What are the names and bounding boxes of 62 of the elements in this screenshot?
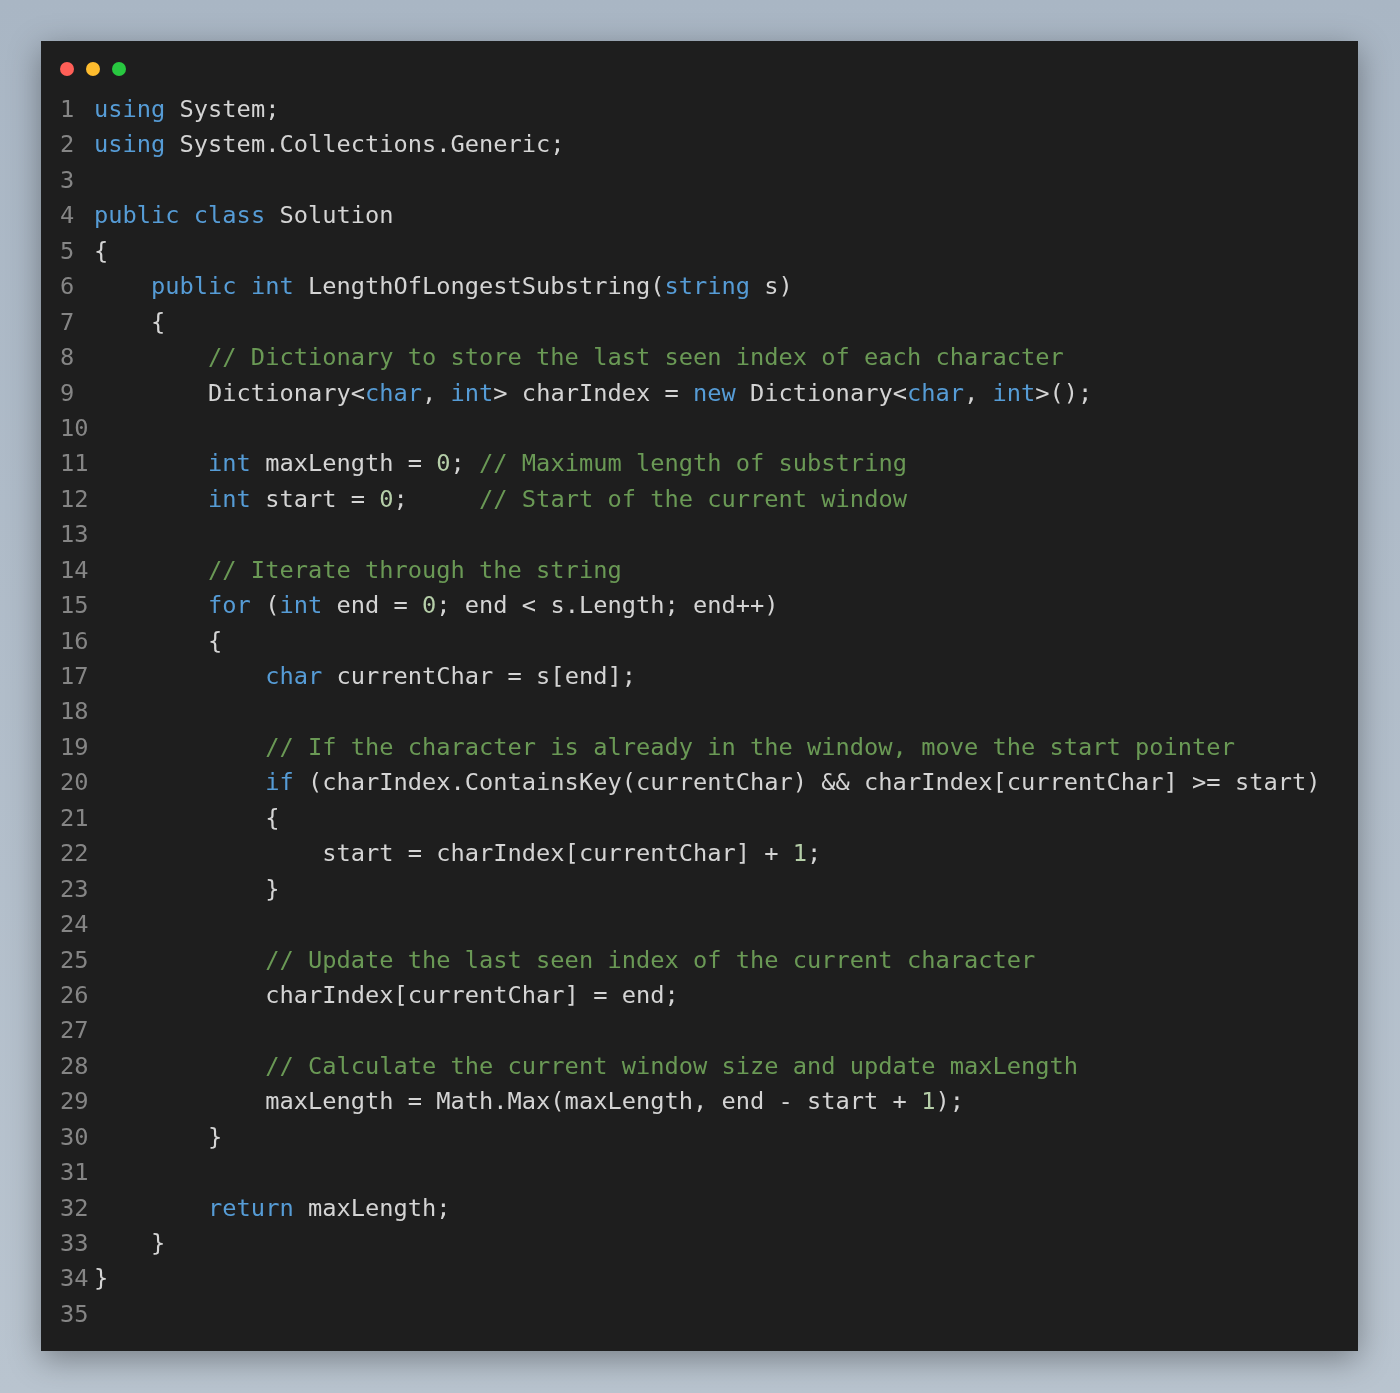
code-line: maxLength = Math.Max(maxLength, end - start + 1); xyxy=(264,1086,964,1118)
code-line: using System; xyxy=(94,94,280,125)
line-number: 33 xyxy=(60,1228,90,1259)
code-line: return maxLength; xyxy=(207,1192,451,1224)
code-line: // If the character is already in the window, move the start pointer xyxy=(264,731,1235,763)
line-number: 32 xyxy=(60,1192,90,1224)
line-number: 10 xyxy=(60,412,90,444)
code-line: } xyxy=(150,1228,166,1259)
line-number: 12 xyxy=(60,483,90,515)
code-line: start = charIndex[currentChar] + 1; xyxy=(321,838,822,870)
code-line: using System.Collections.Generic; xyxy=(94,129,565,161)
line-number: 19 xyxy=(60,731,90,763)
line-number: 11 xyxy=(60,448,90,480)
code-line: int start = 0; // Start of the current window xyxy=(207,483,907,515)
code-line: public class Solution xyxy=(94,200,394,232)
line-number: 15 xyxy=(60,590,90,622)
line-number: 14 xyxy=(60,554,90,586)
line-number: 2 xyxy=(60,129,76,161)
line-number: 21 xyxy=(60,802,90,834)
line-number: 13 xyxy=(60,519,90,551)
line-number: 30 xyxy=(60,1121,90,1153)
line-number: 27 xyxy=(60,1015,90,1047)
code-line: } xyxy=(264,873,280,905)
line-number: 35 xyxy=(60,1298,90,1330)
line-number: 3 xyxy=(60,164,76,196)
code-line: } xyxy=(207,1121,223,1153)
code-line: char currentChar = s[end]; xyxy=(264,661,636,692)
code-line: Dictionary<char, int> charIndex = new Dictionary<char, int>(); xyxy=(207,377,1093,409)
code-line: public int LengthOfLongestSubstring(string s) xyxy=(150,271,793,303)
line-number: 1 xyxy=(60,94,76,125)
code-line: // Iterate through the string xyxy=(207,554,622,586)
line-number: 8 xyxy=(60,342,76,374)
line-number: 5 xyxy=(60,235,76,267)
code-line: if (charIndex.ContainsKey(currentChar) && charIndex[currentChar] >= start) xyxy=(264,767,1321,799)
line-number: 31 xyxy=(60,1157,90,1189)
code-line: { xyxy=(94,235,109,267)
code-line: charIndex[currentChar] = end; xyxy=(264,979,679,1011)
line-number: 7 xyxy=(60,306,76,338)
line-number: 29 xyxy=(60,1086,90,1118)
line-number: 16 xyxy=(60,625,90,657)
line-number: 26 xyxy=(60,979,90,1011)
line-number: 34 xyxy=(60,1263,90,1295)
code-line: for (int end = 0; end < s.Length; end++) xyxy=(207,590,779,622)
code-line: { xyxy=(150,306,166,338)
code-line: // Calculate the current window size and update maxLength xyxy=(264,1050,1078,1082)
code-line: // Dictionary to store the last seen index of each character xyxy=(207,342,1064,374)
code-line: // Update the last seen index of the current character xyxy=(264,944,1036,976)
line-number: 18 xyxy=(60,696,90,728)
code-line: { xyxy=(264,802,280,834)
line-number: 23 xyxy=(60,873,90,905)
line-number: 6 xyxy=(60,271,76,303)
line-number: 22 xyxy=(60,838,90,870)
line-number: 17 xyxy=(60,661,90,692)
code-line: } xyxy=(94,1263,109,1295)
line-number: 24 xyxy=(60,909,90,941)
code-line: int maxLength = 0; // Maximum length of substring xyxy=(207,448,907,480)
line-number: 9 xyxy=(60,377,76,409)
line-number: 20 xyxy=(60,767,90,799)
line-number: 28 xyxy=(60,1050,90,1082)
line-number: 4 xyxy=(60,200,76,232)
line-number: 25 xyxy=(60,944,90,976)
code-line: { xyxy=(207,625,223,657)
